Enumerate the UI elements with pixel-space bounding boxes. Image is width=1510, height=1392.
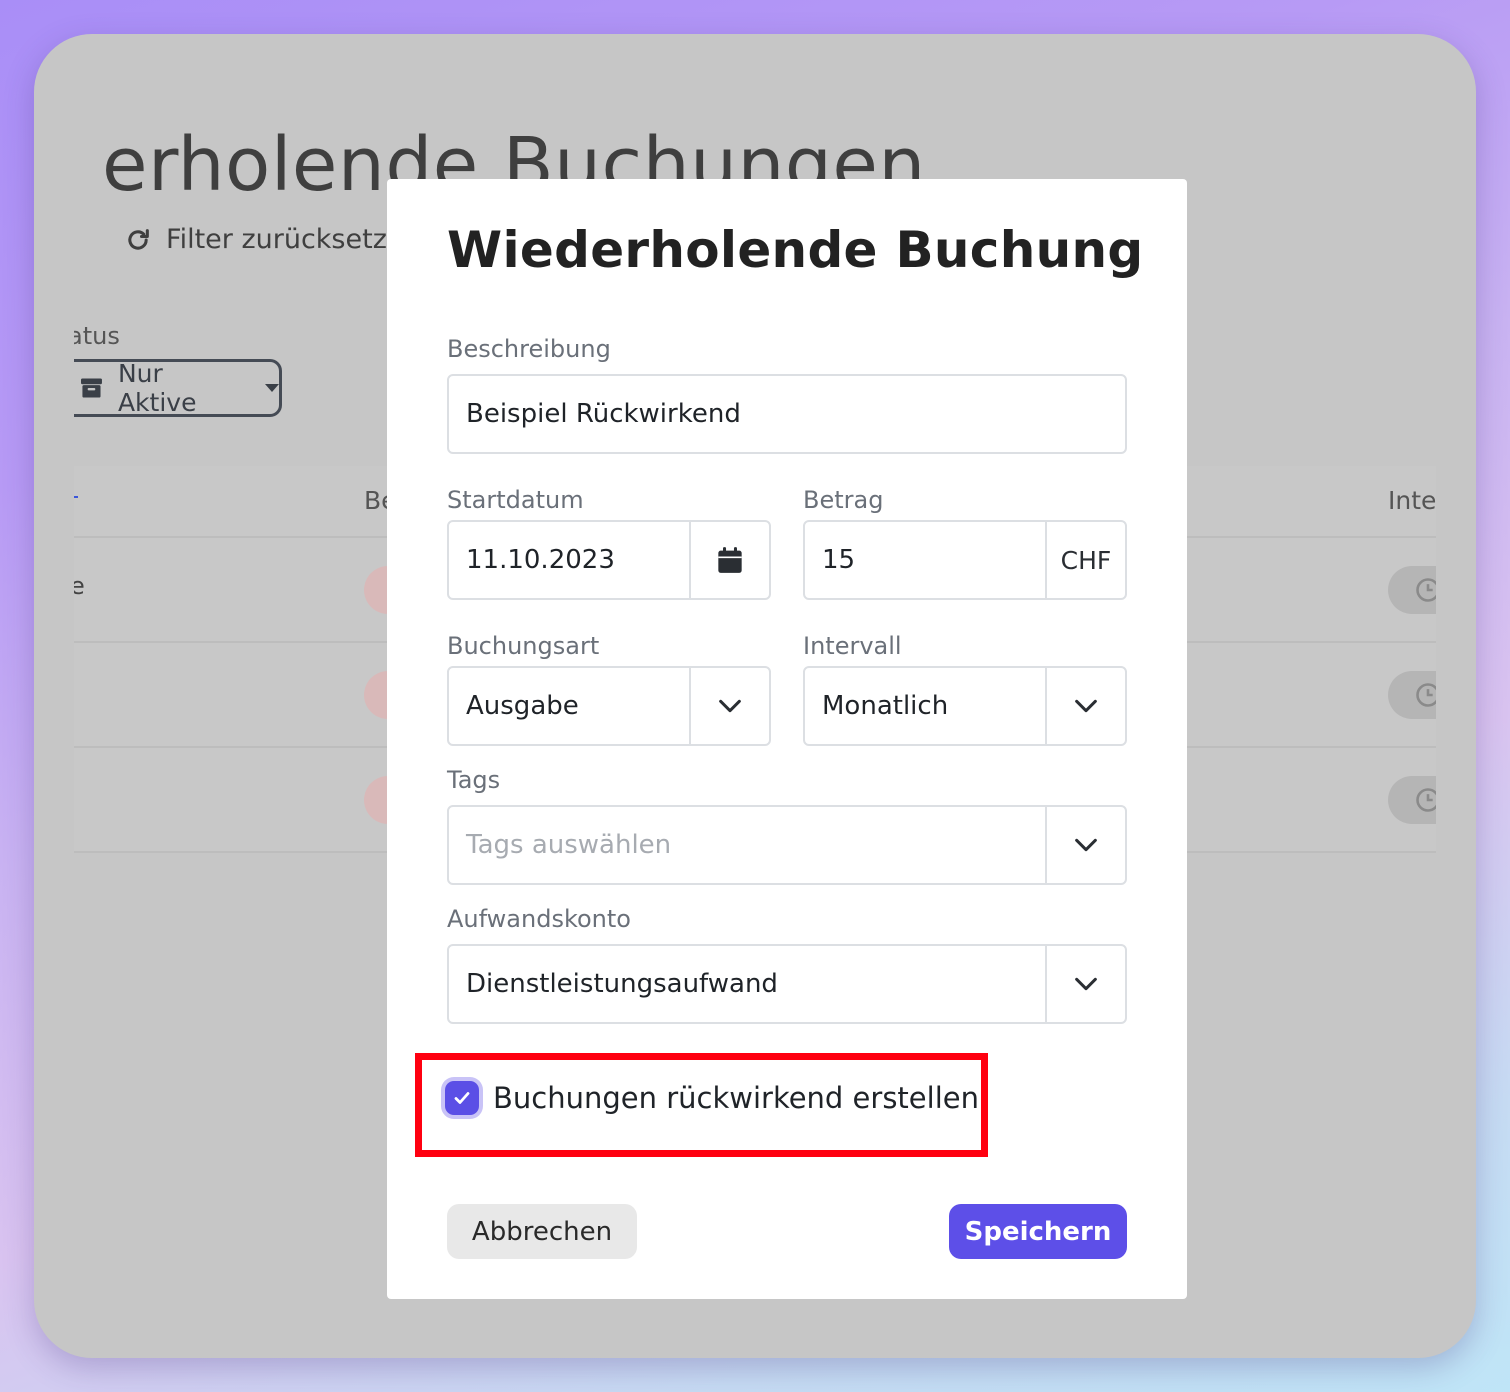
chevron-down-icon xyxy=(1075,699,1097,713)
recurring-booking-dialog: Wiederholende Buchung Beschreibung Beisp… xyxy=(387,179,1187,1299)
interval-label: Intervall xyxy=(803,632,902,660)
interval-value: Monatlich xyxy=(822,691,949,721)
sort-indicator xyxy=(74,496,78,498)
description-label: Beschreibung xyxy=(447,335,611,363)
refresh-icon xyxy=(128,228,149,250)
column-header-inte[interactable]: Inte xyxy=(1388,486,1436,515)
interval-select[interactable]: Monatlich xyxy=(803,666,1127,746)
status-filter-label: atus xyxy=(74,322,120,350)
caret-down-icon xyxy=(265,384,279,392)
amount-field[interactable]: 15 CHF xyxy=(803,520,1127,600)
description-field[interactable]: Beispiel Rückwirkend xyxy=(447,374,1127,454)
checkmark-icon xyxy=(454,1092,470,1104)
start-date-field[interactable]: 11.10.2023 xyxy=(447,520,771,600)
currency-addon: CHF xyxy=(1045,522,1125,598)
tags-label: Tags xyxy=(447,766,501,794)
dialog-title: Wiederholende Buchung xyxy=(447,221,1144,279)
start-date-value: 11.10.2023 xyxy=(466,545,615,575)
amount-label: Betrag xyxy=(803,486,884,514)
cancel-button[interactable]: Abbrechen xyxy=(447,1204,637,1259)
clock-icon xyxy=(1416,788,1436,812)
booking-type-label: Buchungsart xyxy=(447,632,600,660)
reset-filter-button[interactable]: Filter zurücksetz xyxy=(124,224,387,255)
chevron-down-icon xyxy=(719,699,741,713)
calendar-icon xyxy=(718,547,742,573)
retroactive-checkbox-row[interactable]: Buchungen rückwirkend erstellen xyxy=(445,1081,979,1115)
reset-filter-label: Filter zurücksetz xyxy=(166,224,387,255)
date-picker-button[interactable] xyxy=(689,522,769,598)
booking-type-value: Ausgabe xyxy=(466,691,579,721)
expense-account-value: Dienstleistungsaufwand xyxy=(466,969,778,999)
start-date-label: Startdatum xyxy=(447,486,584,514)
clock-icon xyxy=(1416,578,1436,602)
retroactive-checkbox-label[interactable]: Buchungen rückwirkend erstellen xyxy=(493,1081,979,1115)
booking-type-select[interactable]: Ausgabe xyxy=(447,666,771,746)
chevron-down-icon xyxy=(1075,977,1097,991)
amount-value: 15 xyxy=(822,545,856,575)
save-button[interactable]: Speichern xyxy=(949,1204,1127,1259)
status-filter-select[interactable]: Nur Aktive xyxy=(74,359,282,417)
description-value: Beispiel Rückwirkend xyxy=(466,399,741,429)
expense-account-label: Aufwandskonto xyxy=(447,905,631,933)
clock-icon xyxy=(1416,683,1436,707)
status-filter-value: Nur Aktive xyxy=(117,359,197,417)
chevron-down-icon xyxy=(1075,838,1097,852)
expense-account-select[interactable]: Dienstleistungsaufwand xyxy=(447,944,1127,1024)
tags-placeholder: Tags auswählen xyxy=(466,830,672,860)
tags-select[interactable]: Tags auswählen xyxy=(447,805,1127,885)
retroactive-checkbox[interactable] xyxy=(445,1081,479,1115)
row-text-fragment: e xyxy=(74,572,85,600)
archive-icon xyxy=(81,378,102,398)
